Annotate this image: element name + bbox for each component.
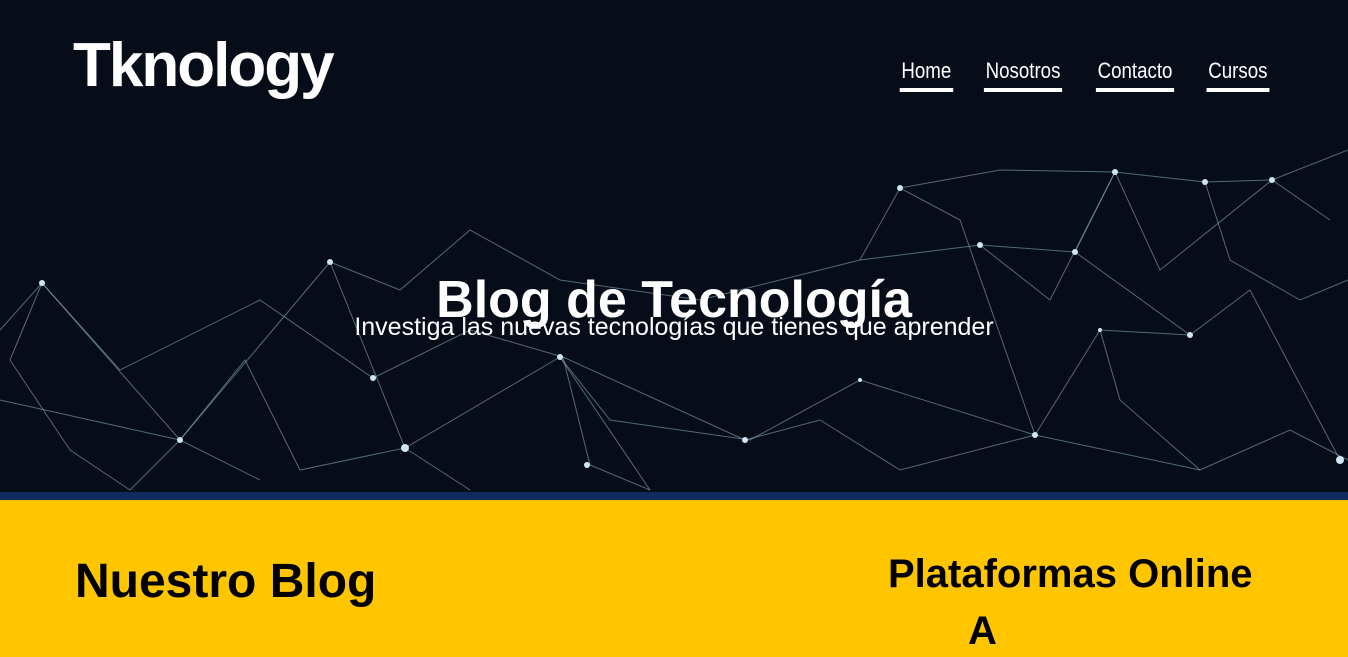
sidebar-title: Plataformas Online [888,552,1253,596]
sidebar-next-heading: A [968,609,997,653]
nav-link-contacto[interactable]: Contacto [1096,58,1175,92]
hero-header: Tknology Home Nosotros Contacto Cursos B… [0,0,1348,492]
main-nav: Home Nosotros Contacto Cursos [895,58,1275,92]
blog-section-title: Nuestro Blog [75,555,377,608]
nav-link-nosotros[interactable]: Nosotros [984,58,1063,92]
hero-divider [0,492,1348,500]
hero-subtitle: Investiga las nuevas tecnologías que tie… [354,313,994,341]
nav-link-cursos[interactable]: Cursos [1206,58,1270,92]
site-logo[interactable]: Tknology [73,26,335,106]
main-content: Nuestro Blog Plataformas Online A [0,500,1348,653]
nav-link-home[interactable]: Home [899,58,953,92]
